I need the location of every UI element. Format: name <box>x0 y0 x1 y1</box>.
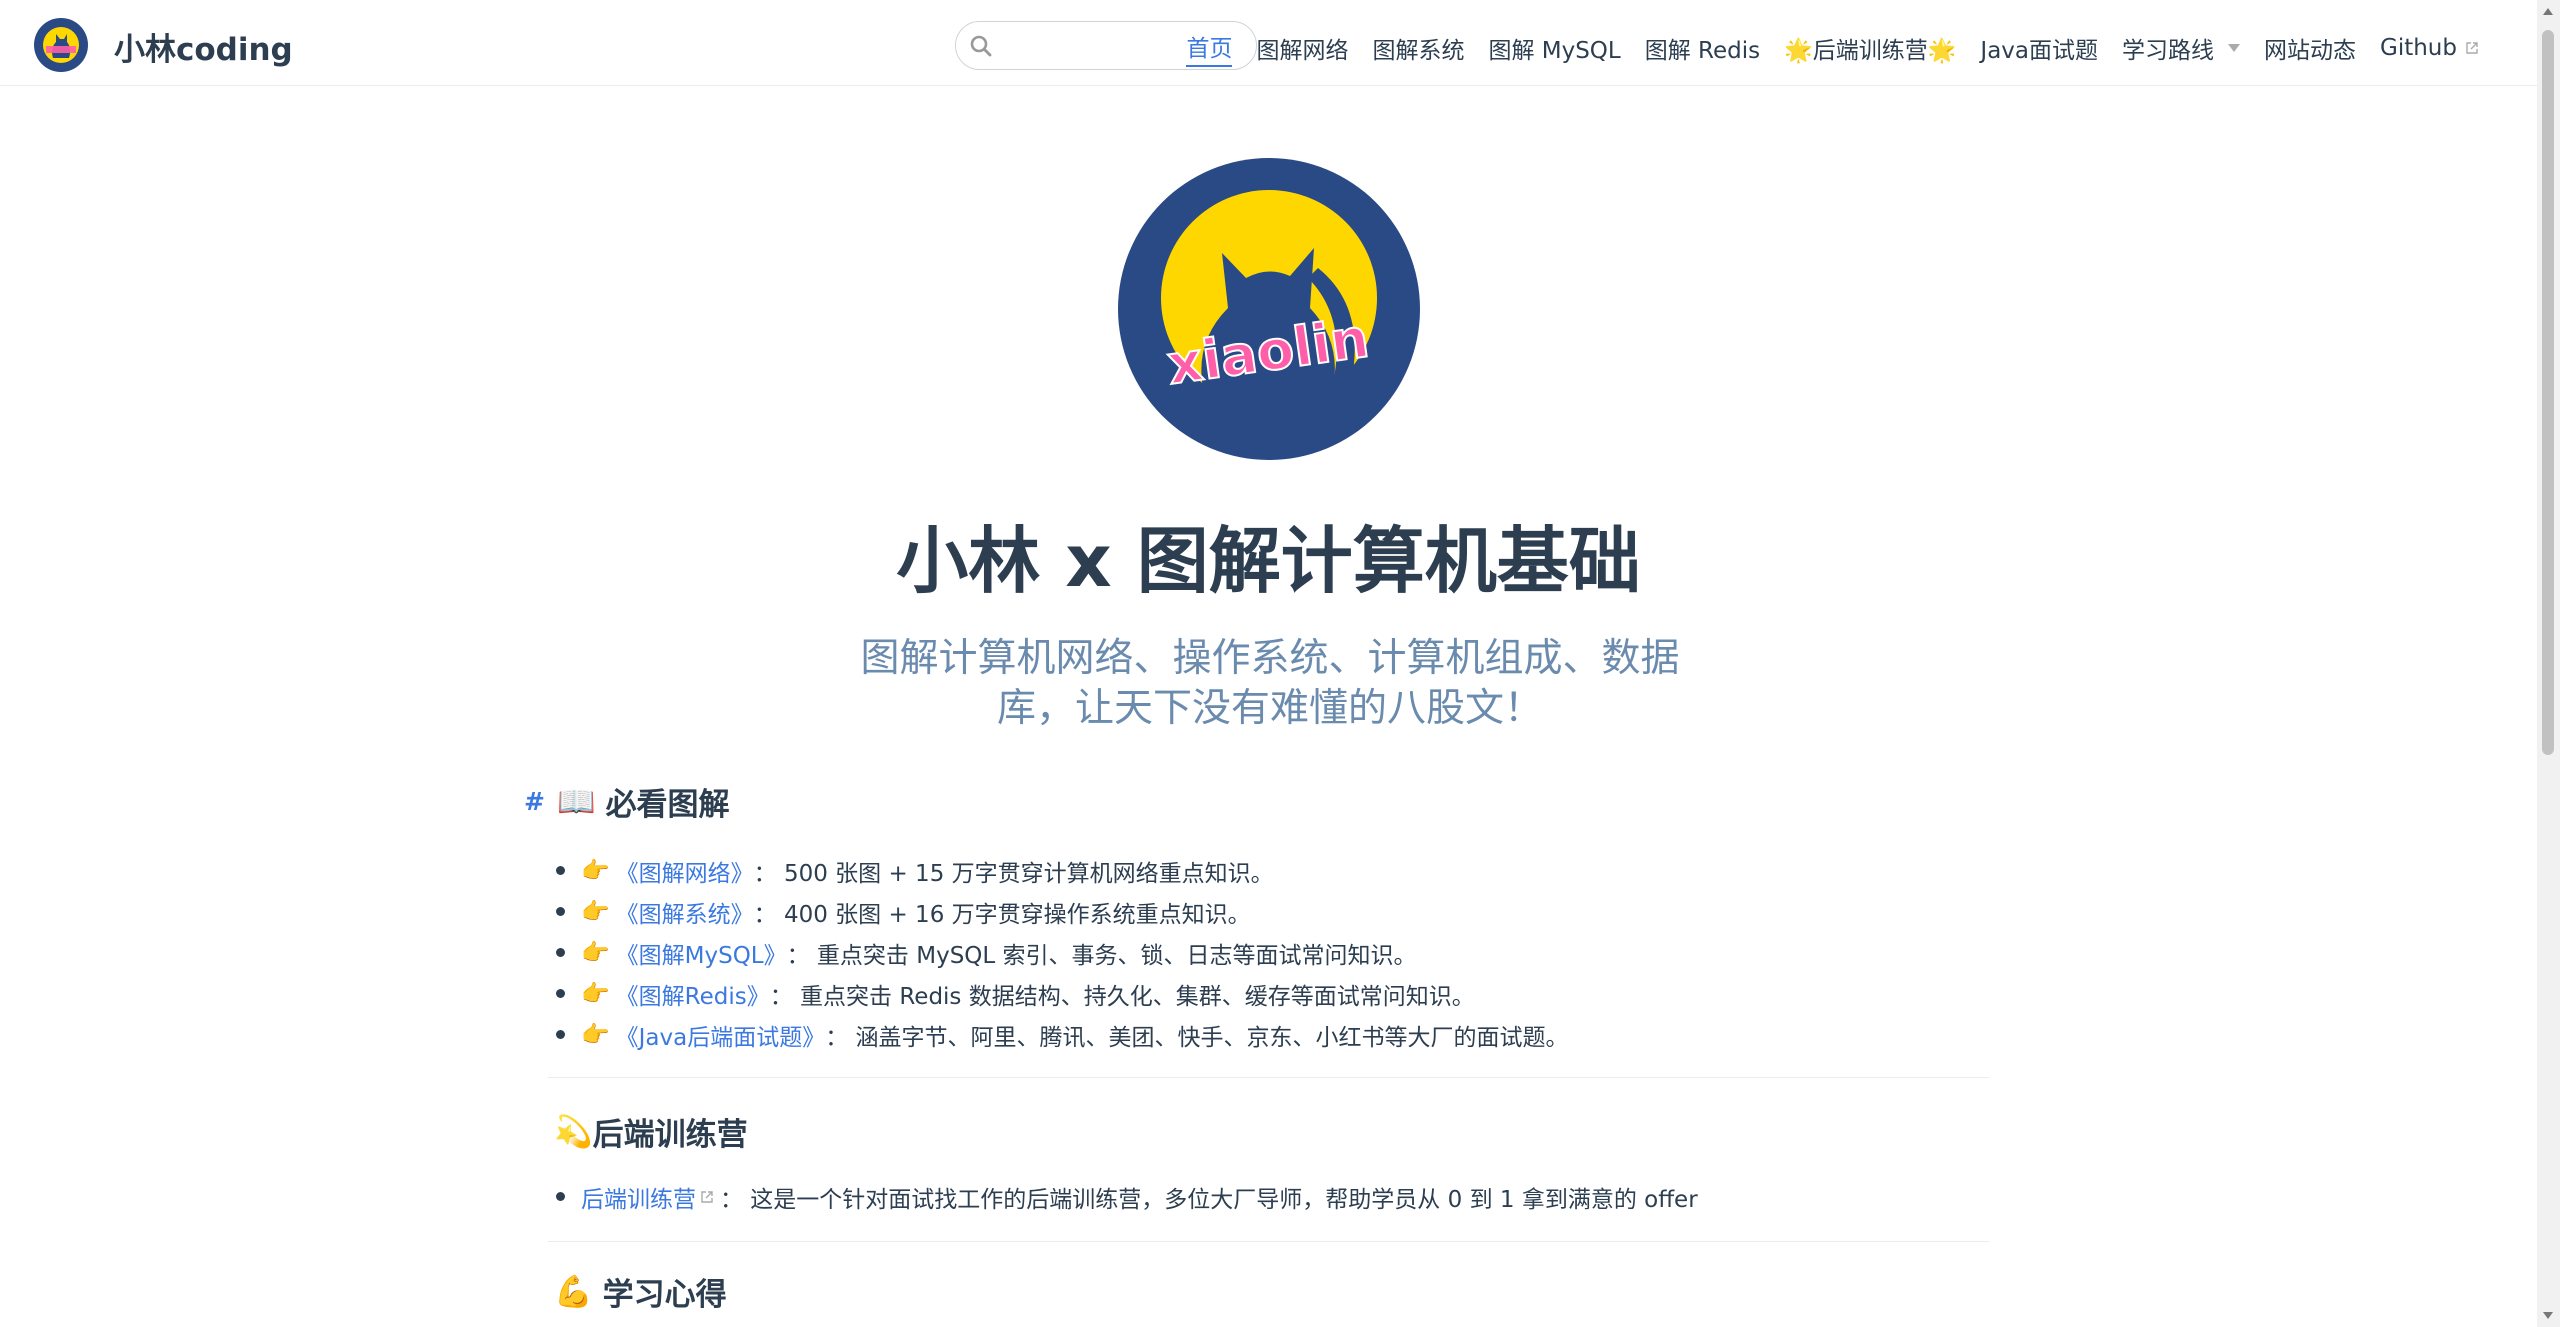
item-text: ： 涵盖字节、阿里、腾讯、美团、快手、京东、小红书等大厂的面试题。 <box>825 1024 1569 1051</box>
nav-network[interactable]: 图解网络 <box>1256 29 1348 67</box>
navbar: 小林coding 首页 图解网络 图解系统 图解 MySQL 图解 Redis … <box>0 0 2537 86</box>
hero-logo-image: xiaolin <box>1118 158 1420 460</box>
nav-github-label: Github <box>2380 35 2457 61</box>
list-item: 👉 《Java后端面试题》 ： 涵盖字节、阿里、腾讯、美团、快手、京东、小红书等… <box>556 1014 1989 1055</box>
nav-redis[interactable]: 图解 Redis <box>1645 29 1760 67</box>
page-title: 小林 x 图解计算机基础 <box>896 519 1641 603</box>
nav-system[interactable]: 图解系统 <box>1372 29 1464 67</box>
link-bootcamp[interactable]: 后端训练营 <box>581 1180 696 1214</box>
link-mysql[interactable]: 《图解MySQL》 <box>616 936 787 970</box>
list-item: 👉 《图解系统》 ： 400 张图 + 16 万字贯穿操作系统重点知识。 <box>556 891 1989 932</box>
divider <box>548 1241 1989 1242</box>
nav-learning-path-label: 学习路线 <box>2122 38 2214 64</box>
search-icon <box>970 35 992 57</box>
section-bootcamp-title: 后端训练营 <box>592 1116 748 1153</box>
nav-site-news[interactable]: 网站动态 <box>2264 29 2356 67</box>
pointing-hand-icon: 👉 <box>581 981 610 1007</box>
list-item: 后端训练营 ： 这是一个针对面试找工作的后端训练营，多位大厂导师，帮助学员从 0… <box>556 1176 1989 1217</box>
must-read-list: 👉 《图解网络》 ： 500 张图 + 15 万字贯穿计算机网络重点知识。 👉 … <box>556 850 1989 1055</box>
chevron-down-icon <box>2228 44 2240 52</box>
scroll-thumb[interactable] <box>2542 30 2554 755</box>
item-text: ： 这是一个针对面试找工作的后端训练营，多位大厂导师，帮助学员从 0 到 1 拿… <box>720 1186 1698 1213</box>
pointing-hand-icon: 👉 <box>581 858 610 884</box>
item-text: ： 重点突击 Redis 数据结构、持久化、集群、缓存等面试常问知识。 <box>769 983 1475 1010</box>
nav-github[interactable]: Github <box>2380 29 2479 67</box>
nav-links: 首页 图解网络 图解系统 图解 MySQL 图解 Redis 🌟后端训练营🌟 J… <box>1186 29 2479 67</box>
header-anchor-link[interactable]: # <box>524 787 545 816</box>
nav-bootcamp[interactable]: 🌟后端训练营🌟 <box>1784 29 1956 67</box>
list-item: 👉 《图解Redis》 ： 重点突击 Redis 数据结构、持久化、集群、缓存等… <box>556 973 1989 1014</box>
site-name[interactable]: 小林coding <box>114 24 293 69</box>
pointing-hand-icon: 👉 <box>581 940 610 966</box>
site-logo-icon[interactable] <box>34 18 88 72</box>
section-study-title: 学习心得 <box>602 1276 727 1313</box>
section-bootcamp-heading: 💫 后端训练营 <box>554 1108 1989 1154</box>
nav-learning-path[interactable]: 学习路线 <box>2122 29 2240 67</box>
nav-home[interactable]: 首页 <box>1186 29 1233 67</box>
bootcamp-list: 后端训练营 ： 这是一个针对面试找工作的后端训练营，多位大厂导师，帮助学员从 0… <box>556 1176 1989 1217</box>
bullet <box>556 1192 565 1201</box>
scroll-down-arrow-icon[interactable] <box>2543 1312 2553 1319</box>
book-icon: 📖 <box>556 783 596 820</box>
item-text: ： 500 张图 + 15 万字贯穿计算机网络重点知识。 <box>753 860 1274 887</box>
link-redis[interactable]: 《图解Redis》 <box>616 977 770 1011</box>
bullet <box>556 907 565 916</box>
dizzy-icon: 💫 <box>554 1113 593 1150</box>
scroll-up-arrow-icon[interactable] <box>2543 8 2553 15</box>
link-network[interactable]: 《图解网络》 <box>616 854 754 888</box>
pointing-hand-icon: 👉 <box>581 1022 610 1048</box>
item-text: ： 400 张图 + 16 万字贯穿操作系统重点知识。 <box>753 901 1251 928</box>
nav-mysql[interactable]: 图解 MySQL <box>1488 29 1620 67</box>
main-content: # 📖 必看图解 👉 《图解网络》 ： 500 张图 + 15 万字贯穿计算机网… <box>524 778 1989 1314</box>
page-scrollbar[interactable] <box>2537 0 2560 1327</box>
external-link-icon <box>701 1190 713 1203</box>
item-text: ： 重点突击 MySQL 索引、事务、锁、日志等面试常问知识。 <box>786 942 1417 969</box>
bullet <box>556 989 565 998</box>
bullet <box>556 866 565 875</box>
nav-java-interview[interactable]: Java面试题 <box>1980 29 2098 67</box>
pointing-hand-icon: 👉 <box>581 899 610 925</box>
section-must-read-heading: # 📖 必看图解 <box>524 778 1989 824</box>
section-study-heading: 💪 学习心得 <box>554 1268 1989 1314</box>
bullet <box>556 948 565 957</box>
divider <box>548 1077 1989 1078</box>
list-item: 👉 《图解MySQL》 ： 重点突击 MySQL 索引、事务、锁、日志等面试常问… <box>556 932 1989 973</box>
link-system[interactable]: 《图解系统》 <box>616 895 754 929</box>
page-description: 图解计算机网络、操作系统、计算机组成、数据库，让天下没有难懂的八股文！ <box>860 636 1680 731</box>
external-link-icon <box>2466 42 2478 54</box>
bullet <box>556 1030 565 1039</box>
section-must-read-title: 必看图解 <box>605 786 730 823</box>
link-java-interview[interactable]: 《Java后端面试题》 <box>616 1018 826 1052</box>
list-item: 👉 《图解网络》 ： 500 张图 + 15 万字贯穿计算机网络重点知识。 <box>556 850 1989 891</box>
flexed-biceps-icon: 💪 <box>554 1273 593 1310</box>
